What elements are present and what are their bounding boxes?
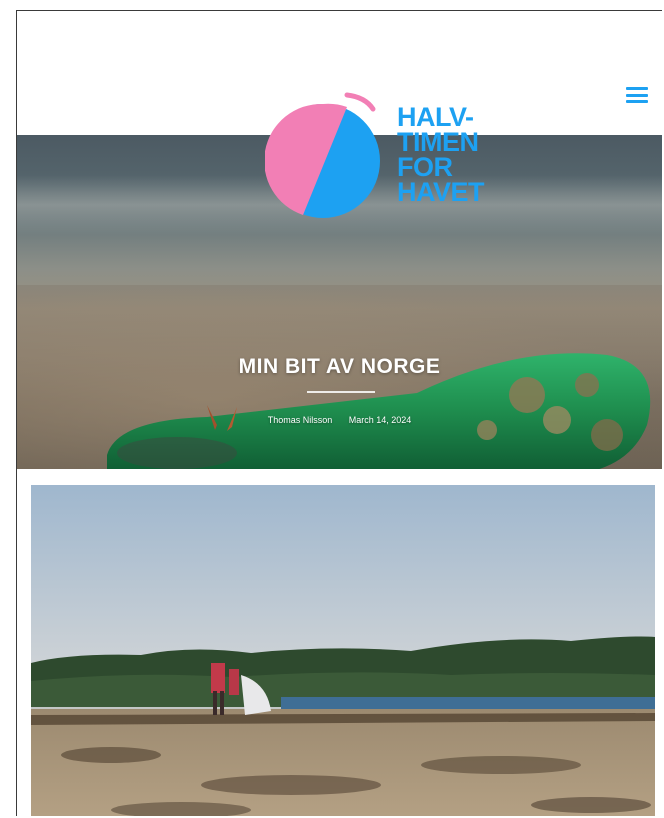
hamburger-menu-icon[interactable]	[626, 87, 648, 103]
post-title: MIN BIT AV NORGE	[238, 355, 441, 378]
post-meta: Thomas Nilsson March 14, 2024	[17, 415, 662, 425]
site-logo-text[interactable]: HALV- TIMEN FOR HAVET	[397, 104, 485, 207]
post-date: March 14, 2024	[348, 415, 412, 425]
title-divider	[307, 391, 375, 393]
page-frame: MIN BIT AV NORGE Thomas Nilsson March 14…	[16, 10, 662, 816]
article-photo	[31, 485, 655, 816]
beach-cleanup-photo	[31, 485, 655, 816]
post-author[interactable]: Thomas Nilsson	[268, 415, 333, 425]
logo-line-4: HAVET	[397, 177, 485, 207]
